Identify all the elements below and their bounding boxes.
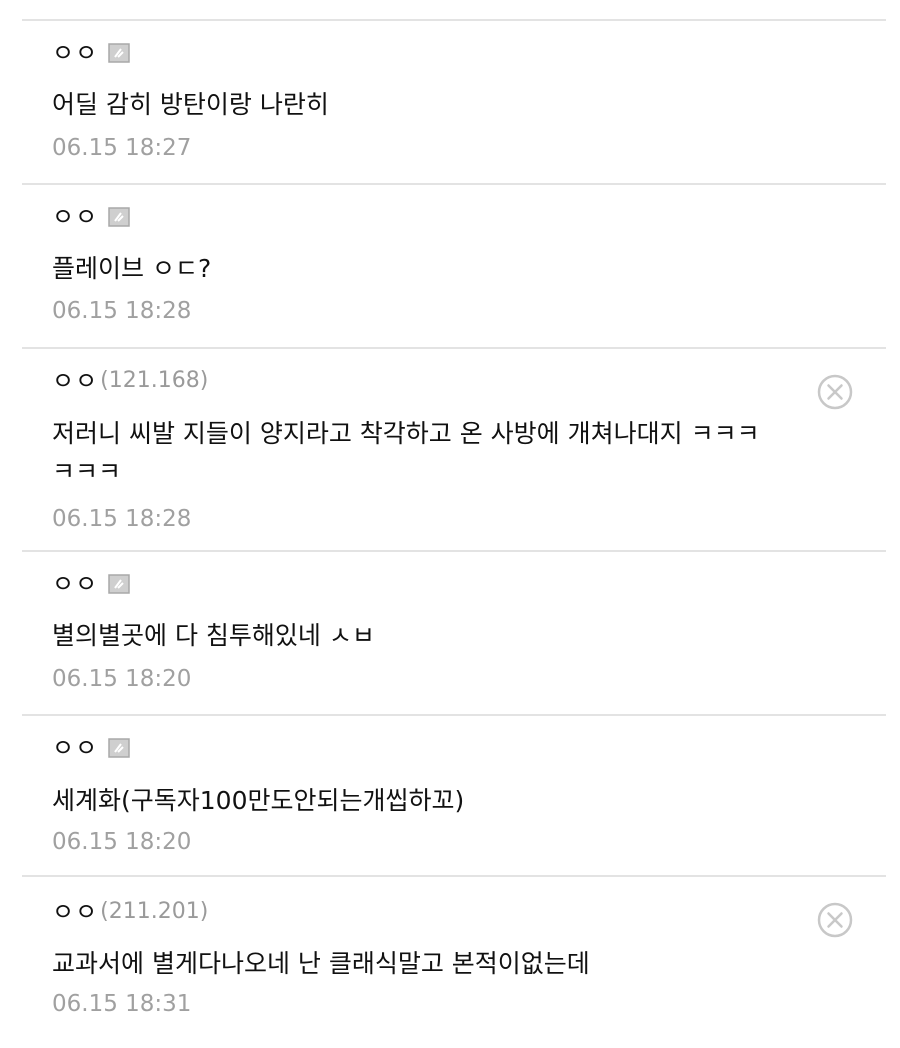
divider: [22, 714, 886, 716]
comment-ip: (121.168): [100, 368, 209, 393]
comment-text: 교과서에 별게다나오네 난 클래식말고 본적이없는데: [52, 949, 590, 978]
comment-author-row: ㅇㅇ (121.168): [52, 366, 208, 396]
comment-text: 세계화(구독자100만도안되는개씹하꼬): [52, 786, 465, 815]
member-badge-icon: [108, 574, 130, 594]
divider: [22, 550, 886, 552]
comment-date: 06.15 18:27: [52, 135, 192, 161]
member-badge-icon: [108, 43, 130, 63]
comment-author-row: ㅇㅇ: [52, 569, 130, 599]
comment-list: ㅇㅇ 어딜 감히 방탄이랑 나란히 06.15 18:27 ㅇㅇ 플레이브 ㅇㄷ…: [0, 0, 900, 1048]
close-circle-icon[interactable]: [816, 373, 854, 411]
comment-date: 06.15 18:31: [52, 991, 192, 1017]
comment-author-row: ㅇㅇ (211.201): [52, 897, 208, 927]
divider: [22, 347, 886, 349]
comment-date: 06.15 18:20: [52, 829, 192, 855]
comment-nickname[interactable]: ㅇㅇ: [52, 569, 98, 599]
comment-date: 06.15 18:20: [52, 666, 192, 692]
comment-text: 저러니 씨발 지들이 양지라고 착각하고 온 사방에 개쳐나대지 ㅋㅋㅋ ㅋㅋㅋ: [52, 419, 760, 486]
comment-author-row: ㅇㅇ: [52, 202, 130, 232]
comment-nickname[interactable]: ㅇㅇ: [52, 38, 98, 68]
comment-text: 어딜 감히 방탄이랑 나란히: [52, 90, 329, 119]
comment-author-row: ㅇㅇ: [52, 38, 130, 68]
comment-date: 06.15 18:28: [52, 298, 192, 324]
divider: [22, 183, 886, 185]
comment-date: 06.15 18:28: [52, 506, 192, 532]
member-badge-icon: [108, 207, 130, 227]
comment-text: 별의별곳에 다 침투해있네 ㅅㅂ: [52, 621, 375, 650]
comment-author-row: ㅇㅇ: [52, 733, 130, 763]
comment-nickname[interactable]: ㅇㅇ: [52, 897, 98, 927]
divider: [22, 875, 886, 877]
comment-ip: (211.201): [100, 899, 209, 924]
member-badge-icon: [108, 738, 130, 758]
comment-nickname[interactable]: ㅇㅇ: [52, 733, 98, 763]
comment-nickname[interactable]: ㅇㅇ: [52, 366, 98, 396]
divider: [22, 19, 886, 21]
close-circle-icon[interactable]: [816, 901, 854, 939]
comment-nickname[interactable]: ㅇㅇ: [52, 202, 98, 232]
comment-text: 플레이브 ㅇㄷ?: [52, 254, 212, 283]
